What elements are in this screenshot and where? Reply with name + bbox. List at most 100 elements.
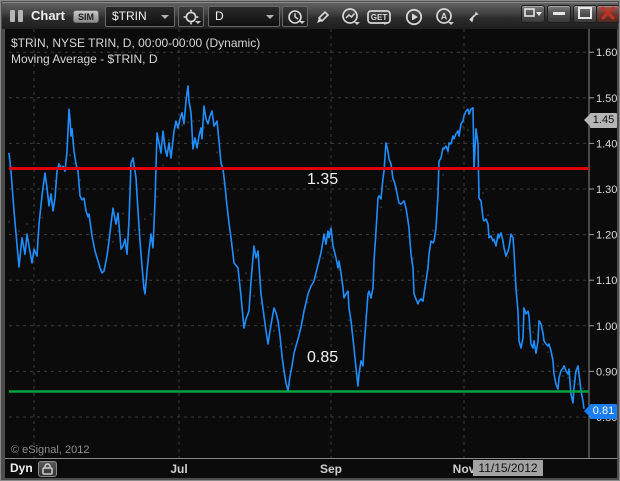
moving-average-dot [40, 216, 44, 219]
swap-symbol-button[interactable] [462, 6, 486, 27]
moving-average-dot [566, 376, 570, 379]
swap-arrows-icon [469, 11, 479, 22]
price-line [8, 85, 585, 409]
symbol-combo[interactable]: $TRIN [105, 6, 175, 27]
pencil-icon [317, 10, 330, 23]
moving-average-dot [581, 387, 585, 390]
moving-average-dot [252, 294, 256, 297]
moving-average-dot [244, 272, 248, 275]
moving-average-dot [506, 256, 510, 259]
auto-session-button[interactable]: A [432, 6, 456, 27]
moving-average-dot [406, 235, 410, 238]
moving-average-dot [481, 191, 485, 194]
moving-average-dot [296, 329, 300, 332]
close-button[interactable] [596, 5, 619, 23]
chart-header-study: Moving Average - $TRIN, D [11, 52, 158, 66]
moving-average-dot [531, 331, 535, 334]
moving-average-dot [68, 154, 72, 157]
chart-canvas[interactable]: 1.601.501.401.301.201.101.000.900.80 $TR… [5, 29, 617, 458]
moving-average-dot [180, 124, 184, 127]
chart-header-symbol: $TRIN, NYSE TRIN, D, 00:00-00:00 (Dynami… [11, 36, 261, 50]
moving-average-dot [369, 279, 373, 282]
chart-window: Chart SIM $TRIN D GET A 1.60 1.50 1.40 1… [0, 0, 620, 481]
moving-average-dot [155, 195, 159, 198]
moving-average-dot [421, 275, 425, 278]
moving-average-dot [446, 152, 450, 155]
x-axis-label: Nov [452, 462, 476, 476]
play-button[interactable] [402, 6, 426, 27]
interval-combo[interactable]: D [208, 6, 280, 27]
titlebar[interactable]: Chart SIM $TRIN D GET A [2, 2, 619, 29]
minimize-button[interactable] [547, 5, 571, 23]
dyn-mode-label: Dyn [10, 461, 33, 475]
moving-average-dot [384, 185, 388, 188]
svg-text:A: A [441, 11, 448, 21]
chevron-down-icon [266, 15, 274, 19]
time-axis[interactable]: Dyn Jul Sep Nov 11/15/2012 [5, 458, 617, 478]
svg-text:GET: GET [371, 13, 388, 22]
symbol-value: $TRIN [112, 9, 147, 23]
chevron-down-icon [299, 21, 305, 24]
chart-content: 1.601.501.401.301.201.101.000.900.80 $TR… [5, 29, 617, 478]
moving-average-dot [284, 345, 288, 349]
window-title: Chart [31, 8, 65, 23]
moving-average-dot [290, 342, 294, 345]
lower-hline-label: 0.85 [307, 349, 339, 366]
moving-average-dot [306, 301, 310, 304]
moving-average-dot [221, 182, 225, 185]
moving-average-dot [149, 213, 153, 216]
moving-average-dot [347, 319, 351, 322]
minimize-icon [553, 12, 565, 15]
moving-average-dot [561, 375, 565, 378]
draw-tool-button[interactable] [310, 6, 334, 27]
chevron-down-icon [195, 21, 201, 24]
lock-button[interactable] [38, 461, 57, 477]
moving-average-dot [326, 251, 330, 254]
moving-average-dot [331, 255, 335, 259]
restore-icon [524, 8, 542, 17]
x-axis-label: Sep [319, 462, 343, 476]
moving-average-dot [466, 129, 470, 132]
chart-plot: 1.601.501.401.301.201.101.000.900.80 [7, 29, 617, 458]
x-axis-label: Jul [170, 462, 188, 476]
moving-average-dot [186, 121, 190, 124]
moving-average-dot [17, 230, 21, 233]
moving-average-dot [272, 329, 276, 332]
moving-average-dot [486, 214, 490, 217]
moving-average-dot [546, 351, 550, 354]
moving-average-dot [399, 208, 403, 212]
moving-average-dot [321, 257, 325, 260]
interval-value: D [215, 9, 224, 23]
moving-average-dot [431, 229, 435, 232]
restore-menu-button[interactable] [521, 5, 545, 23]
line-tools-button[interactable] [338, 6, 362, 27]
moving-average-dot [266, 305, 270, 309]
moving-average-dot [491, 230, 495, 233]
moving-average-dot [354, 330, 358, 333]
moving-average-dot [161, 164, 165, 167]
get-icon: GET [367, 9, 391, 24]
moving-average-dot [576, 383, 580, 386]
moving-average-dot [461, 125, 465, 128]
moving-average-dot [236, 249, 240, 252]
upper-hline-label: 1.35 [307, 171, 339, 188]
moving-average-dot [511, 274, 515, 277]
maximize-button[interactable] [573, 5, 597, 23]
symbol-settings-button[interactable] [178, 6, 204, 27]
get-data-button[interactable]: GET [366, 6, 391, 27]
copyright-label: © eSignal, 2012 [11, 444, 90, 456]
moving-average-dot [571, 380, 575, 383]
moving-average-dot [359, 329, 363, 332]
chevron-down-icon [382, 22, 388, 25]
close-icon [601, 6, 615, 20]
moving-average-dot [416, 270, 420, 273]
moving-average-dot [143, 218, 147, 221]
window-icon [10, 10, 25, 22]
maximize-icon [578, 7, 592, 19]
moving-average-dot [208, 134, 212, 137]
play-icon [405, 8, 423, 25]
moving-average-dot [379, 206, 383, 209]
price-axis[interactable] [589, 29, 617, 458]
chevron-down-icon [161, 15, 169, 19]
time-template-button[interactable] [282, 6, 308, 27]
